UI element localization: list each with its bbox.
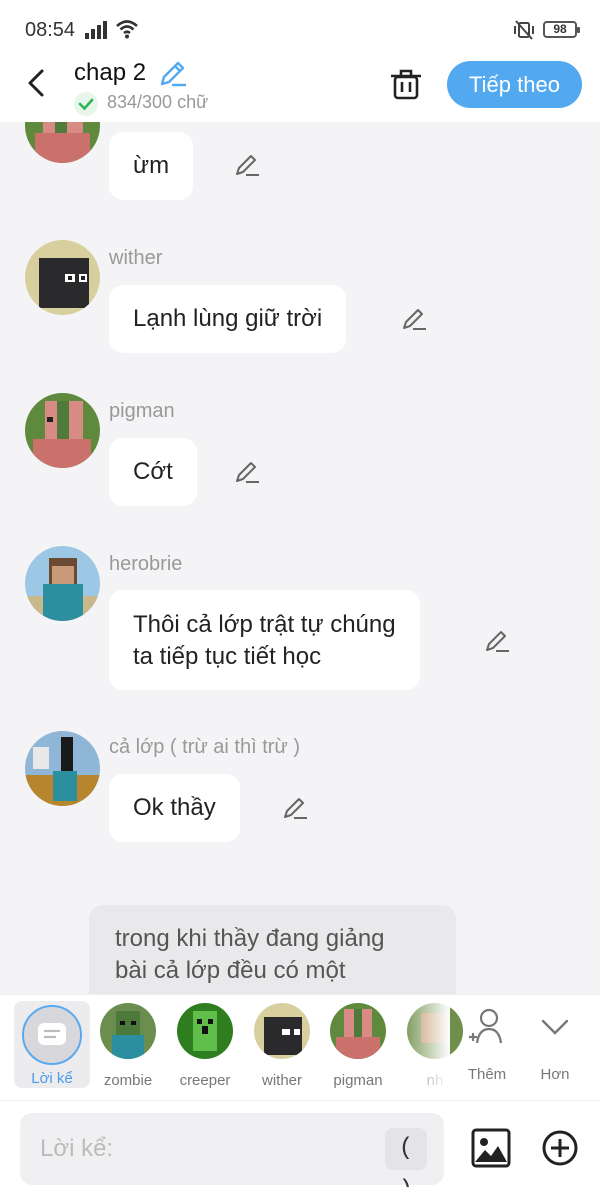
message-text: Cớt	[133, 458, 173, 485]
narrator-avatar	[22, 1005, 82, 1065]
speaker-name: pigman	[109, 400, 175, 422]
narrator-selector[interactable]: Lời kể	[14, 1001, 90, 1088]
speaker-name: herobrie	[109, 553, 183, 575]
next-button[interactable]: Tiếp theo	[447, 61, 582, 108]
character-creeper[interactable]: creeper	[169, 1003, 241, 1089]
avatar-pigman[interactable]	[25, 122, 100, 163]
avatar-class[interactable]	[25, 731, 100, 806]
add-character-label: Thêm	[467, 1066, 507, 1083]
avatar-wither[interactable]	[25, 240, 100, 315]
add-character-button[interactable]: Thêm	[460, 1005, 514, 1083]
message-bubble[interactable]: Ok thầy	[109, 774, 240, 842]
add-circle-icon[interactable]	[541, 1129, 579, 1167]
edit-message-icon[interactable]	[234, 459, 260, 485]
character-zombie[interactable]: zombie	[92, 1003, 164, 1089]
character-name: zombie	[103, 1072, 153, 1089]
edit-title-icon[interactable]	[158, 58, 188, 88]
narrator-label: Lời kể	[31, 1070, 73, 1087]
speaker-name: wither	[109, 247, 163, 269]
scroll-fade	[400, 995, 450, 1101]
character-name: creeper	[179, 1072, 231, 1089]
check-icon	[74, 92, 98, 116]
message-text: Thôi cả lớp trật tự chúng	[133, 611, 396, 638]
vibrate-off-icon	[514, 20, 534, 40]
message-bubble[interactable]: Cớt	[109, 438, 197, 506]
trash-icon[interactable]	[388, 66, 424, 102]
character-avatar	[330, 1003, 386, 1059]
character-name: wither	[261, 1072, 302, 1089]
editor-header: chap 2 834/300 chữ Tiếp theo	[0, 56, 600, 122]
chapter-title[interactable]: chap 2	[74, 59, 146, 87]
character-name: pigman	[333, 1072, 383, 1089]
add-person-icon	[469, 1008, 503, 1044]
wifi-icon	[116, 20, 138, 39]
edit-message-icon[interactable]	[484, 628, 510, 654]
speaker-name: cả lớp ( trừ ai thì trừ )	[109, 736, 301, 758]
message-text: ừm	[133, 152, 170, 179]
message-text: Ok thầy	[133, 794, 216, 821]
message-bubble[interactable]: Lạnh lùng giữ trời	[109, 285, 347, 353]
battery-indicator: 98	[543, 21, 580, 38]
signal-icon	[85, 21, 107, 39]
character-avatar	[100, 1003, 156, 1059]
character-avatar	[177, 1003, 233, 1059]
character-bar: Lời kể zombie creeper wither pigman nh	[0, 994, 600, 1101]
edit-message-icon[interactable]	[282, 795, 308, 821]
character-wither[interactable]: wither	[246, 1003, 318, 1089]
message-bubble[interactable]: ừm	[109, 132, 194, 200]
narration-bubble[interactable]: trong khi thầy đang giảng bài cả lớp đều…	[89, 905, 456, 994]
message-text: ta tiếp tục tiết học	[133, 643, 322, 670]
message-text: Lạnh lùng giữ trời	[133, 305, 323, 332]
status-time: 08:54	[25, 19, 76, 41]
image-icon[interactable]	[471, 1128, 511, 1168]
back-arrow-icon[interactable]	[20, 66, 54, 100]
edit-message-icon[interactable]	[401, 306, 427, 332]
more-button[interactable]: Hơn	[528, 1005, 582, 1083]
avatar-pigman[interactable]	[25, 393, 100, 468]
narration-input[interactable]	[20, 1113, 444, 1185]
message-bubble[interactable]: Thôi cả lớp trật tự chúng ta tiếp tục ti…	[109, 590, 420, 690]
narration-text: bài cả lớp đều có một	[115, 957, 346, 984]
narration-text: trong khi thầy đang giảng	[115, 925, 385, 952]
input-bar: ( )	[0, 1100, 600, 1187]
word-count: 834/300 chữ	[107, 92, 209, 112]
message-list[interactable]: ừm wither Lạnh lùng giữ trời pigman Cớt	[0, 122, 600, 994]
avatar-herobrie[interactable]	[25, 546, 100, 621]
more-label: Hơn	[540, 1066, 570, 1083]
character-pigman[interactable]: pigman	[322, 1003, 394, 1089]
parentheses-button[interactable]: ( )	[385, 1128, 427, 1187]
character-avatar	[254, 1003, 310, 1059]
chevron-down-icon	[541, 1019, 569, 1035]
status-bar: 08:54 98	[0, 0, 600, 56]
edit-message-icon[interactable]	[234, 152, 260, 178]
